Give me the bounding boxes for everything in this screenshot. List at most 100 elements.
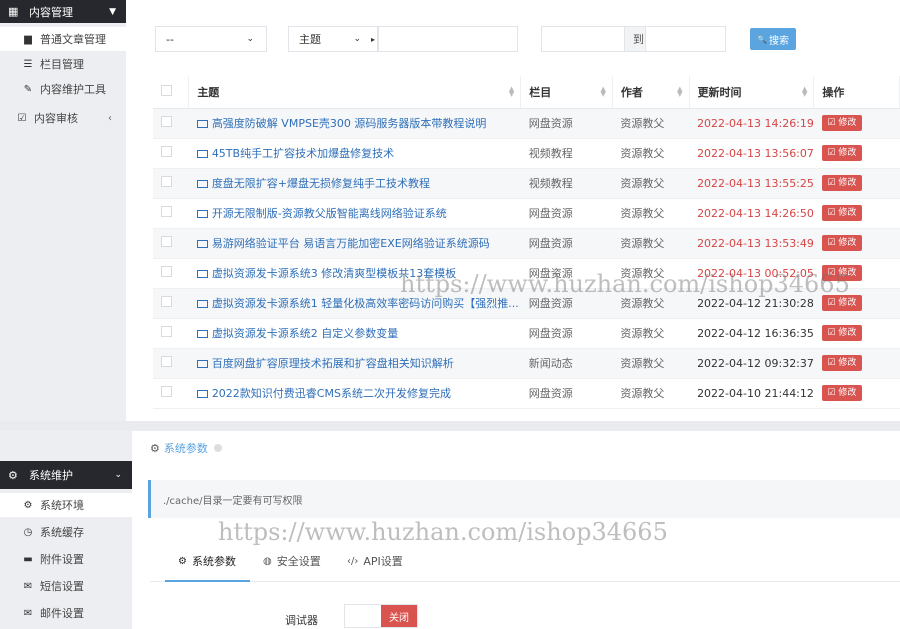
edit-button[interactable]: ☑ 修改 — [821, 115, 862, 131]
row-select[interactable] — [153, 198, 189, 229]
sidebar-item-environment[interactable]: ⚙ 系统环境 — [0, 493, 132, 517]
row-updated-time: 2022-04-12 09:32:37 — [689, 348, 814, 379]
row-checkbox[interactable] — [161, 356, 172, 367]
row-checkbox[interactable] — [161, 146, 172, 157]
edit-icon: ☑ — [827, 118, 839, 128]
edit-icon: ☑ — [827, 268, 839, 278]
row-title[interactable]: 2022款知识付费迅睿CMS系统二次开发修复完成 — [188, 378, 521, 409]
row-category[interactable]: 网盘资源 — [520, 108, 613, 139]
edit-icon: ☑ — [827, 148, 839, 158]
row-title-link[interactable]: 2022款知识付费迅睿CMS系统二次开发修复完成 — [212, 387, 451, 400]
row-title[interactable]: 虚拟资源发卡源系统2 自定义参数变量 — [188, 318, 521, 349]
edit-button[interactable]: ☑ 修改 — [821, 145, 862, 161]
row-title[interactable]: 度盘无限扩容+爆盘无损修复纯手工技术教程 — [188, 168, 521, 199]
row-select[interactable] — [153, 108, 189, 139]
breadcrumb-label[interactable]: 系统参数 — [164, 440, 208, 456]
tab-system-params[interactable]: ⚙ 系统参数 — [178, 553, 236, 569]
row-updated-time: 2022-04-13 13:53:49 — [689, 228, 814, 259]
refresh-icon[interactable] — [213, 444, 222, 452]
row-title-link[interactable]: 虚拟资源发卡源系统1 轻量化极高效率密码访问购买【强烈推... — [212, 297, 519, 310]
sidebar-item-articles[interactable]: ▆ 普通文章管理 — [0, 27, 126, 51]
tab-security[interactable]: ◍ 安全设置 — [263, 553, 321, 569]
row-title-link[interactable]: 虚拟资源发卡源系统3 修改清爽型模板共13套模板 — [212, 267, 457, 280]
edit-button[interactable]: ☑ 修改 — [821, 355, 862, 371]
wrench-icon: ✎ — [23, 83, 33, 95]
row-select[interactable] — [153, 258, 189, 289]
row-select[interactable] — [153, 378, 189, 409]
row-checkbox[interactable] — [161, 176, 172, 187]
row-title[interactable]: 开源无限制版-资源教父版智能离线网络验证系统 — [188, 198, 521, 229]
row-category[interactable]: 网盘资源 — [520, 198, 613, 229]
row-title-link[interactable]: 虚拟资源发卡源系统2 自定义参数变量 — [212, 327, 399, 340]
edit-button[interactable]: ☑ 修改 — [821, 205, 862, 221]
row-checkbox[interactable] — [161, 116, 172, 127]
edit-button[interactable]: ☑ 修改 — [821, 175, 862, 191]
row-select[interactable] — [153, 168, 189, 199]
row-category[interactable]: 视频教程 — [520, 168, 613, 199]
row-category[interactable]: 网盘资源 — [520, 378, 613, 409]
row-title[interactable]: 虚拟资源发卡源系统1 轻量化极高效率密码访问购买【强烈推... — [188, 288, 521, 319]
date-start-input[interactable] — [541, 26, 625, 52]
sidebar-item-email[interactable]: ✉ 邮件设置 — [0, 601, 132, 625]
row-category[interactable]: 网盘资源 — [520, 318, 613, 349]
sidebar-item-label: 栏目管理 — [40, 58, 84, 71]
sidebar-item-cache[interactable]: ◷ 系统缓存 — [0, 520, 132, 544]
row-checkbox[interactable] — [161, 266, 172, 277]
row-title[interactable]: 45TB纯手工扩容技术加爆盘修复技术 — [188, 138, 521, 169]
row-title-link[interactable]: 度盘无限扩容+爆盘无损修复纯手工技术教程 — [212, 177, 430, 190]
edit-button[interactable]: ☑ 修改 — [821, 295, 862, 311]
sidebar-header-content[interactable]: ▦ 内容管理 ▼ — [0, 0, 126, 23]
header-title[interactable]: 主题 ▲ ▼ — [188, 76, 522, 109]
header-updated[interactable]: 更新时间 ▲ ▼ — [689, 76, 815, 109]
row-checkbox[interactable] — [161, 206, 172, 217]
sidebar-item-tools[interactable]: ✎ 内容维护工具 — [0, 77, 126, 101]
filter-select-status[interactable]: -- ⌄ — [155, 26, 267, 52]
row-category[interactable]: 网盘资源 — [520, 288, 613, 319]
row-title-link[interactable]: 开源无限制版-资源教父版智能离线网络验证系统 — [212, 207, 447, 220]
table-row: 易游网络验证平台 易语言万能加密EXE网络验证系统源码 网盘资源 资源教父 2022-… — [153, 228, 900, 259]
row-title[interactable]: 高强度防破解 VMPSE壳300 源码服务器版本带教程说明 — [188, 108, 521, 139]
row-updated-time: 2022-04-12 16:36:35 — [689, 318, 814, 349]
search-button[interactable]: 🔍 搜索 — [750, 28, 796, 50]
keyword-input[interactable] — [378, 26, 518, 52]
select-all-checkbox[interactable] — [161, 84, 172, 96]
edit-button[interactable]: ☑ 修改 — [821, 325, 862, 341]
row-title-link[interactable]: 高强度防破解 VMPSE壳300 源码服务器版本带教程说明 — [212, 117, 487, 130]
row-title-link[interactable]: 易游网络验证平台 易语言万能加密EXE网络验证系统源码 — [212, 237, 490, 250]
edit-button[interactable]: ☑ 修改 — [821, 385, 862, 401]
row-select[interactable] — [153, 138, 189, 169]
row-checkbox[interactable] — [161, 386, 172, 397]
row-select[interactable] — [153, 228, 189, 259]
sidebar-item-review[interactable]: ☑ 内容审核 ‹ — [0, 106, 126, 130]
row-checkbox[interactable] — [161, 326, 172, 337]
tab-api[interactable]: ‹/› API设置 — [347, 553, 403, 569]
filter-select-field[interactable]: 主题 ⌄ ▸ — [288, 26, 378, 52]
row-title[interactable]: 易游网络验证平台 易语言万能加密EXE网络验证系统源码 — [188, 228, 521, 259]
sidebar-item-attachments[interactable]: ▬ 附件设置 — [0, 547, 132, 571]
sidebar-item-columns[interactable]: ☰ 栏目管理 — [0, 52, 126, 76]
row-select[interactable] — [153, 348, 189, 379]
header-author[interactable]: 作者 ▲ ▼ — [612, 76, 690, 109]
sidebar-item-sms[interactable]: ✉ 短信设置 — [0, 574, 132, 598]
content-management-panel: ▦ 内容管理 ▼ ▆ 普通文章管理 ☰ 栏目管理 ✎ 内容维护工具 ☑ 内容审核… — [0, 0, 900, 421]
select-all-header[interactable] — [153, 76, 190, 109]
row-title[interactable]: 百度网盘扩容原理技术拓展和扩容盘相关知识解析 — [188, 348, 521, 379]
row-select[interactable] — [153, 318, 189, 349]
row-category[interactable]: 视频教程 — [520, 138, 613, 169]
row-title-link[interactable]: 45TB纯手工扩容技术加爆盘修复技术 — [212, 147, 394, 160]
date-end-input[interactable] — [645, 26, 726, 52]
row-select[interactable] — [153, 288, 189, 319]
row-title-link[interactable]: 百度网盘扩容原理技术拓展和扩容盘相关知识解析 — [212, 357, 454, 370]
header-category[interactable]: 栏目 ▲ ▼ — [520, 76, 613, 109]
row-category[interactable]: 网盘资源 — [520, 228, 613, 259]
edit-button[interactable]: ☑ 修改 — [821, 235, 862, 251]
row-category[interactable]: 新闻动态 — [520, 348, 613, 379]
row-checkbox[interactable] — [161, 296, 172, 307]
row-title[interactable]: 虚拟资源发卡源系统3 修改清爽型模板共13套模板 — [188, 258, 521, 289]
row-category[interactable]: 网盘资源 — [520, 258, 613, 289]
debugger-toggle[interactable]: 关闭 — [344, 604, 418, 628]
edit-button[interactable]: ☑ 修改 — [821, 265, 862, 281]
list-icon: ☰ — [23, 58, 33, 70]
row-checkbox[interactable] — [161, 236, 172, 247]
sidebar-header-system[interactable]: ⚙ 系统维护 ⌄ — [0, 461, 132, 489]
